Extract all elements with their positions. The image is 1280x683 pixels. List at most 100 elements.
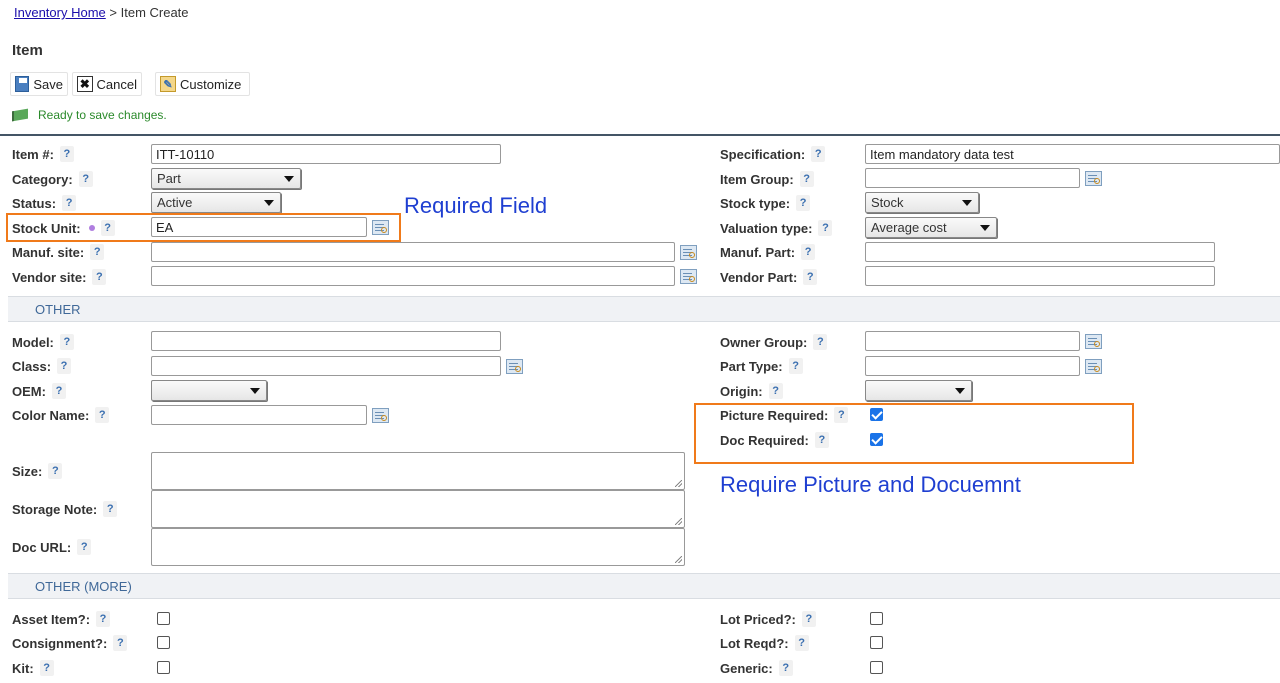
stock-type-label: Stock type:? — [720, 194, 811, 212]
status-message: Ready to save changes. — [12, 108, 167, 122]
help-icon[interactable]: ? — [59, 334, 74, 350]
header-divider — [0, 134, 1280, 136]
help-icon[interactable]: ? — [796, 195, 811, 211]
storage-note-textarea[interactable] — [151, 490, 685, 528]
lookup-icon[interactable] — [680, 269, 697, 284]
generic-checkbox[interactable] — [870, 661, 883, 674]
help-icon[interactable]: ? — [103, 501, 118, 517]
color-name-label: Color Name:? — [12, 406, 110, 424]
help-icon[interactable]: ? — [59, 146, 74, 162]
vendor-site-label: Vendor site:? — [12, 268, 107, 286]
category-select[interactable]: Part — [151, 168, 301, 189]
consignment-label: Consignment?:? — [12, 634, 128, 652]
help-icon[interactable]: ? — [811, 146, 826, 162]
size-label: Size:? — [12, 462, 63, 480]
require-picture-doc-annotation: Require Picture and Docuemnt — [720, 472, 1021, 497]
help-icon[interactable]: ? — [818, 220, 833, 236]
vendor-site-input[interactable] — [151, 266, 675, 286]
model-label: Model:? — [12, 333, 74, 351]
generic-label: Generic:? — [720, 659, 793, 677]
breadcrumb: Inventory Home > Item Create — [14, 5, 189, 20]
kit-label: Kit:? — [12, 659, 54, 677]
breadcrumb-home-link[interactable]: Inventory Home — [14, 5, 106, 20]
origin-select[interactable] — [865, 380, 972, 401]
manuf-site-input[interactable] — [151, 242, 675, 262]
flag-icon — [12, 108, 28, 122]
save-icon — [15, 76, 30, 92]
part-type-label: Part Type:? — [720, 357, 803, 375]
specification-input[interactable] — [865, 144, 1280, 164]
required-field-annotation: Required Field — [404, 193, 548, 218]
help-icon[interactable]: ? — [78, 171, 93, 187]
section-other-header[interactable]: OTHER — [8, 296, 1280, 322]
model-input[interactable] — [151, 331, 501, 351]
manuf-part-label: Manuf. Part:? — [720, 243, 816, 261]
asset-item-checkbox[interactable] — [157, 612, 170, 625]
status-label: Status:? — [12, 194, 77, 212]
chevron-down-icon — [962, 200, 972, 206]
help-icon[interactable]: ? — [62, 195, 77, 211]
lookup-icon[interactable] — [1085, 334, 1102, 349]
lookup-icon[interactable] — [1085, 359, 1102, 374]
customize-button[interactable]: ✎ Customize — [155, 72, 250, 96]
help-icon[interactable]: ? — [778, 660, 793, 676]
doc-url-label: Doc URL:? — [12, 538, 92, 556]
class-label: Class:? — [12, 357, 72, 375]
specification-label: Specification:? — [720, 145, 826, 163]
size-textarea[interactable] — [151, 452, 685, 490]
cancel-label: Cancel — [96, 76, 137, 92]
help-icon[interactable]: ? — [51, 383, 66, 399]
breadcrumb-current: Item Create — [120, 5, 189, 20]
class-input[interactable] — [151, 356, 501, 376]
section-other-more-header[interactable]: OTHER (MORE) — [8, 573, 1280, 599]
doc-url-textarea[interactable] — [151, 528, 685, 566]
status-select[interactable]: Active — [151, 192, 281, 213]
kit-checkbox[interactable] — [157, 661, 170, 674]
owner-group-input[interactable] — [865, 331, 1080, 351]
page-title: Item — [12, 42, 43, 59]
help-icon[interactable]: ? — [57, 358, 72, 374]
oem-select[interactable] — [151, 380, 267, 401]
lookup-icon[interactable] — [506, 359, 523, 374]
lookup-icon[interactable] — [680, 245, 697, 260]
help-icon[interactable]: ? — [801, 611, 816, 627]
oem-label: OEM:? — [12, 382, 66, 400]
item-number-label: Item #:? — [12, 145, 74, 163]
item-group-input[interactable] — [865, 168, 1080, 188]
help-icon[interactable]: ? — [92, 269, 107, 285]
lot-reqd-checkbox[interactable] — [870, 636, 883, 649]
help-icon[interactable]: ? — [768, 383, 783, 399]
help-icon[interactable]: ? — [801, 244, 816, 260]
color-name-input[interactable] — [151, 405, 367, 425]
consignment-checkbox[interactable] — [157, 636, 170, 649]
help-icon[interactable]: ? — [48, 463, 63, 479]
part-type-input[interactable] — [865, 356, 1080, 376]
customize-icon: ✎ — [160, 76, 176, 92]
help-icon[interactable]: ? — [96, 611, 111, 627]
help-icon[interactable]: ? — [77, 539, 92, 555]
save-button[interactable]: Save — [10, 72, 68, 96]
valuation-type-select[interactable]: Average cost — [865, 217, 997, 238]
vendor-part-input[interactable] — [865, 266, 1215, 286]
lot-priced-label: Lot Priced?:? — [720, 610, 816, 628]
close-icon: ✖ — [77, 76, 93, 92]
help-icon[interactable]: ? — [788, 358, 803, 374]
manuf-part-input[interactable] — [865, 242, 1215, 262]
stock-type-select[interactable]: Stock — [865, 192, 979, 213]
help-icon[interactable]: ? — [799, 171, 814, 187]
help-icon[interactable]: ? — [803, 269, 818, 285]
help-icon[interactable]: ? — [95, 407, 110, 423]
help-icon[interactable]: ? — [39, 660, 54, 676]
help-icon[interactable]: ? — [794, 635, 809, 651]
help-icon[interactable]: ? — [90, 244, 105, 260]
lot-priced-checkbox[interactable] — [870, 612, 883, 625]
help-icon[interactable]: ? — [813, 334, 828, 350]
valuation-type-label: Valuation type:? — [720, 219, 833, 237]
cancel-button[interactable]: ✖ Cancel — [72, 72, 142, 96]
item-number-input[interactable] — [151, 144, 501, 164]
origin-label: Origin:? — [720, 382, 783, 400]
lookup-icon[interactable] — [1085, 171, 1102, 186]
lookup-icon[interactable] — [372, 408, 389, 423]
status-text: Ready to save changes. — [38, 108, 167, 122]
help-icon[interactable]: ? — [113, 635, 128, 651]
